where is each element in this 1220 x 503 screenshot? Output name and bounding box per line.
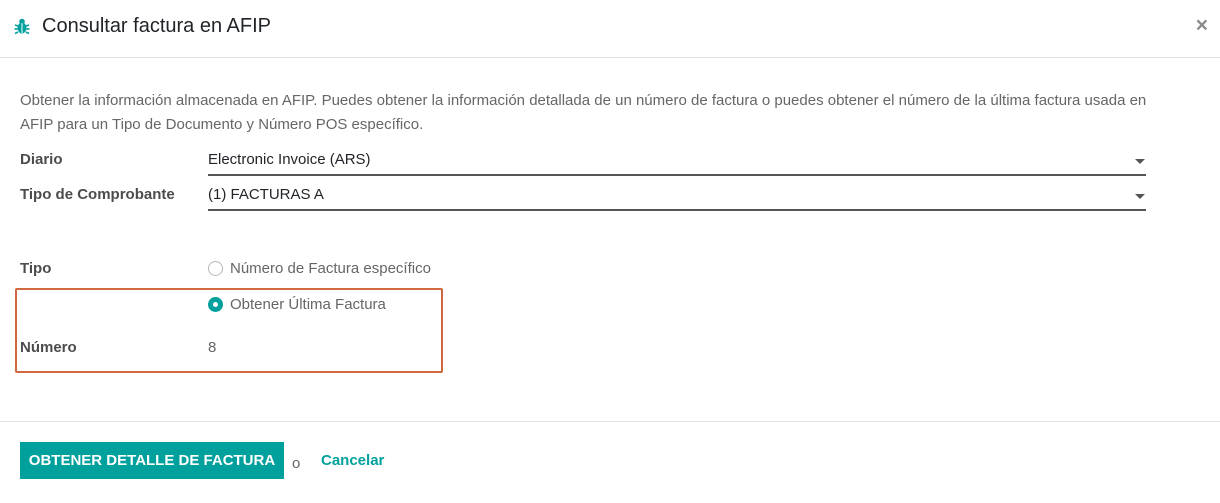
diario-select[interactable]: Electronic Invoice (ARS) (208, 150, 1146, 176)
diario-value: Electronic Invoice (ARS) (208, 151, 371, 168)
diario-label: Diario (20, 151, 63, 168)
dialog-header: Consultar factura en AFIP × (0, 0, 1220, 58)
numero-value: 8 (208, 339, 217, 356)
chevron-down-icon (1135, 159, 1145, 164)
chevron-down-icon (1135, 194, 1145, 199)
dialog-title: Consultar factura en AFIP (42, 15, 272, 37)
radio-numero-especifico[interactable]: Número de Factura específico (208, 260, 468, 280)
footer-divider (0, 421, 1220, 422)
radio-checked-icon[interactable] (208, 297, 223, 312)
obtener-detalle-button[interactable]: OBTENER DETALLE DE FACTURA (20, 442, 284, 479)
radio-ultima-factura-label: Obtener Última Factura (230, 296, 386, 313)
close-icon[interactable]: × (1196, 14, 1208, 38)
tipo-comprobante-label: Tipo de Comprobante (20, 186, 175, 203)
tipo-comprobante-select[interactable]: (1) FACTURAS A (208, 185, 1146, 211)
radio-ultima-factura[interactable]: Obtener Última Factura (208, 296, 408, 316)
cancel-link[interactable]: Cancelar (321, 452, 384, 469)
tipo-comprobante-value: (1) FACTURAS A (208, 186, 324, 203)
tipo-label: Tipo (20, 260, 52, 277)
numero-label: Número (20, 339, 77, 356)
intro-text: Obtener la información almacenada en AFI… (20, 92, 1147, 133)
bug-icon (14, 18, 30, 35)
radio-numero-especifico-label: Número de Factura específico (230, 260, 431, 277)
or-text: o (292, 455, 301, 472)
radio-unchecked-icon[interactable] (208, 261, 223, 276)
